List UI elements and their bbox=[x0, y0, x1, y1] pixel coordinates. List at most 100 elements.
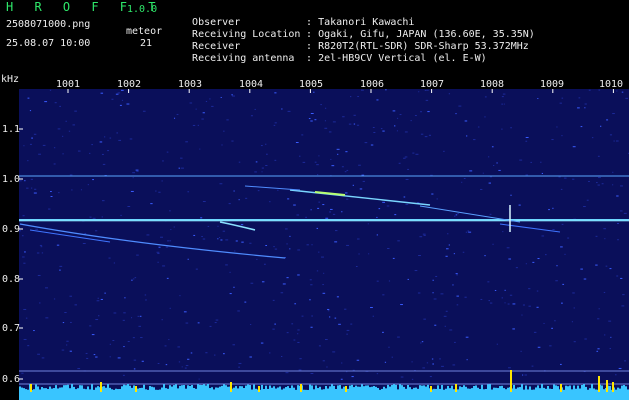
noise-speck bbox=[233, 286, 235, 288]
noise-speck bbox=[461, 181, 463, 183]
histogram-bar bbox=[59, 387, 61, 392]
histogram-bar bbox=[555, 385, 557, 392]
noise-speck bbox=[131, 279, 133, 281]
histogram-bar bbox=[315, 385, 317, 392]
noise-speck bbox=[344, 192, 348, 194]
histogram-bar bbox=[447, 385, 449, 392]
histogram-bar bbox=[21, 387, 23, 392]
noise-speck bbox=[477, 126, 480, 128]
histogram-bar bbox=[179, 385, 181, 392]
histogram-bar bbox=[213, 389, 215, 392]
noise-speck bbox=[187, 358, 190, 360]
noise-speck bbox=[187, 191, 190, 193]
noise-speck bbox=[144, 294, 147, 296]
noise-speck bbox=[138, 325, 141, 327]
histogram-bar bbox=[305, 389, 307, 392]
noise-speck bbox=[297, 274, 300, 276]
noise-speck bbox=[522, 304, 525, 306]
noise-speck bbox=[82, 242, 86, 244]
noise-speck bbox=[520, 350, 522, 352]
histogram-bar bbox=[571, 389, 573, 392]
noise-speck bbox=[158, 191, 161, 193]
noise-speck bbox=[69, 174, 73, 176]
histogram-bar bbox=[403, 386, 405, 392]
noise-speck bbox=[65, 120, 67, 122]
noise-speck bbox=[205, 100, 208, 102]
histogram-bar bbox=[107, 384, 109, 392]
histogram-bar bbox=[71, 384, 73, 392]
noise-speck bbox=[466, 135, 468, 137]
noise-speck bbox=[238, 362, 242, 364]
noise-speck bbox=[583, 206, 586, 208]
x-tick-label: 1002 bbox=[116, 79, 142, 90]
noise-speck bbox=[66, 344, 68, 346]
histogram-bar bbox=[247, 384, 249, 392]
histogram-bar bbox=[325, 385, 327, 392]
noise-speck bbox=[462, 251, 465, 253]
histogram-bar bbox=[283, 388, 285, 392]
noise-speck bbox=[355, 266, 358, 268]
noise-speck bbox=[310, 120, 313, 122]
histogram-bar bbox=[49, 386, 51, 392]
histogram-bar bbox=[319, 386, 321, 392]
noise-speck bbox=[376, 373, 379, 375]
noise-speck bbox=[97, 297, 99, 299]
noise-speck bbox=[448, 93, 451, 95]
noise-speck bbox=[624, 360, 627, 362]
histogram-bar bbox=[277, 387, 279, 392]
noise-speck bbox=[134, 277, 137, 279]
histogram-bar bbox=[331, 384, 333, 392]
histogram-bar bbox=[489, 384, 491, 392]
histogram-bar bbox=[205, 385, 207, 392]
noise-speck bbox=[177, 346, 181, 348]
histogram-bar bbox=[437, 385, 439, 392]
histogram-bar bbox=[449, 388, 451, 392]
noise-speck bbox=[330, 158, 332, 160]
noise-speck bbox=[255, 161, 258, 163]
noise-speck bbox=[297, 341, 300, 343]
noise-speck bbox=[345, 151, 348, 153]
noise-speck bbox=[410, 120, 412, 122]
histogram-bar bbox=[201, 385, 203, 392]
histogram-bar bbox=[503, 388, 505, 392]
histogram-bar bbox=[577, 385, 579, 392]
noise-speck bbox=[421, 341, 424, 343]
noise-speck bbox=[428, 134, 432, 136]
noise-speck bbox=[59, 105, 62, 107]
histogram-bar bbox=[263, 389, 265, 392]
histogram-bar bbox=[391, 385, 393, 392]
noise-speck bbox=[376, 216, 378, 218]
noise-speck bbox=[155, 190, 157, 192]
histogram-bar bbox=[363, 386, 365, 392]
noise-speck bbox=[157, 363, 160, 365]
noise-speck bbox=[173, 117, 176, 119]
histogram-bar bbox=[369, 387, 371, 392]
noise-speck bbox=[359, 188, 363, 190]
histogram-bar bbox=[519, 387, 521, 392]
noise-speck bbox=[502, 93, 506, 95]
noise-speck bbox=[407, 168, 410, 170]
noise-speck bbox=[376, 234, 379, 236]
noise-speck bbox=[332, 121, 336, 123]
noise-speck bbox=[103, 136, 106, 138]
histogram-bar bbox=[191, 385, 193, 392]
noise-speck bbox=[370, 307, 373, 309]
noise-speck bbox=[132, 177, 134, 179]
noise-speck bbox=[41, 357, 45, 359]
noise-speck bbox=[299, 358, 302, 360]
histogram-bar bbox=[417, 388, 419, 392]
histogram-bar bbox=[171, 386, 173, 392]
noise-speck bbox=[314, 161, 317, 163]
noise-speck bbox=[620, 185, 623, 187]
noise-speck bbox=[195, 268, 198, 270]
noise-speck bbox=[496, 343, 498, 345]
noise-speck bbox=[484, 116, 486, 118]
noise-speck bbox=[109, 137, 112, 139]
noise-speck bbox=[353, 123, 356, 125]
noise-speck bbox=[616, 90, 618, 92]
histogram-bar bbox=[129, 385, 131, 392]
noise-speck bbox=[48, 208, 51, 210]
noise-speck bbox=[25, 317, 28, 319]
noise-speck bbox=[113, 262, 116, 264]
noise-speck bbox=[443, 150, 445, 152]
